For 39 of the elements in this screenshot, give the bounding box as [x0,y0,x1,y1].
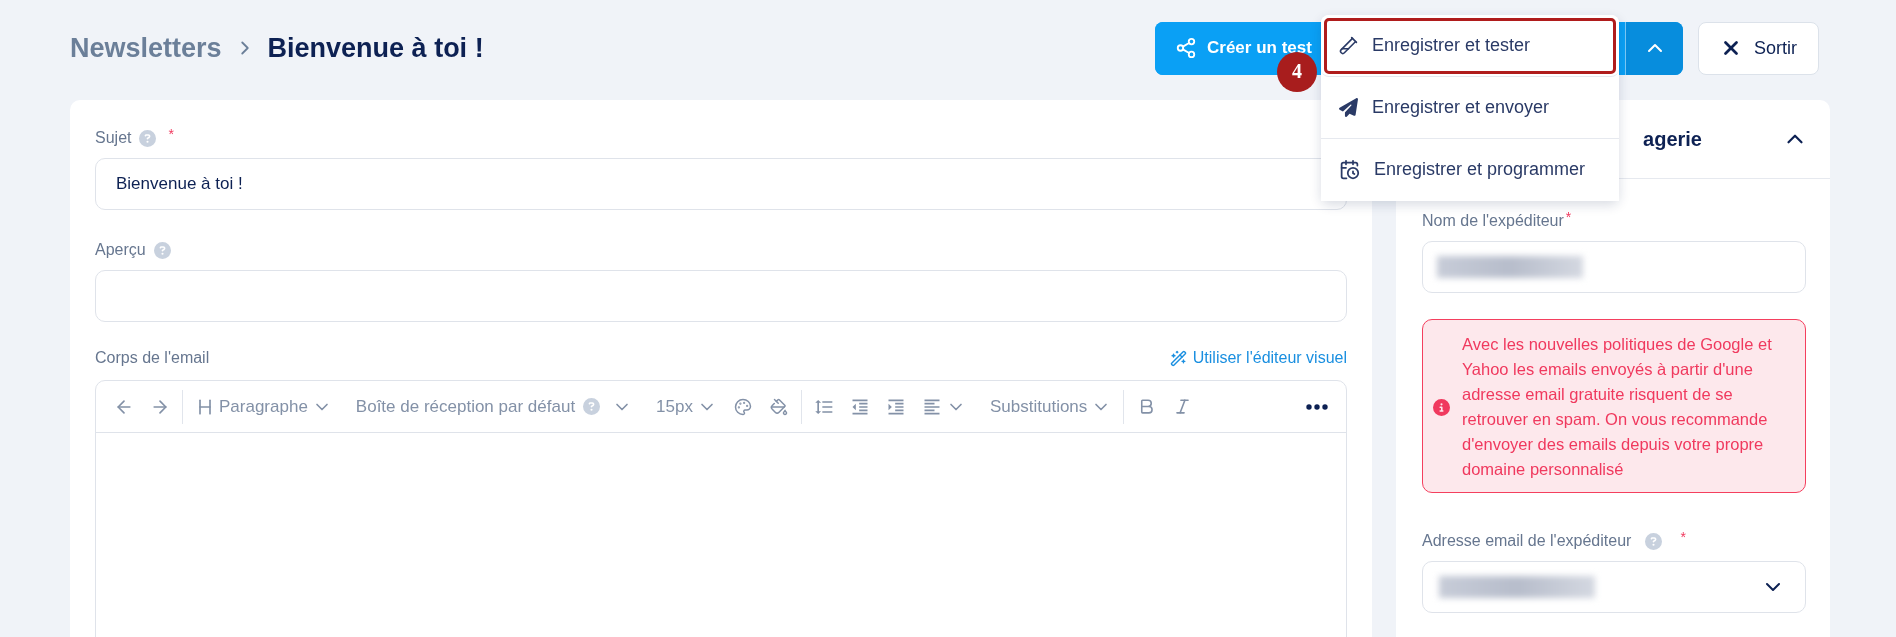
calendar-clock-icon [1339,159,1360,180]
sender-email-select[interactable] [1422,561,1806,613]
help-icon [583,398,601,415]
info-icon [1433,398,1450,416]
email-body-editor[interactable]: Paragraphe Boîte de réception par défaut 15px Substitutions [95,380,1347,637]
field-label: Adresse email de l'expéditeur [1422,532,1632,550]
save-options-toggle[interactable] [1625,21,1683,75]
help-icon[interactable] [1645,532,1663,550]
breadcrumb-link[interactable]: Newsletters [70,32,222,64]
substitutions-dropdown[interactable]: Substitutions [984,388,1118,425]
paragraph-dropdown[interactable]: Paragraphe [189,388,338,425]
required-mark: * [1565,209,1572,225]
input-field[interactable] [95,270,1347,322]
required-mark: * [1680,529,1686,545]
ellipsis-icon [1306,403,1328,410]
inbox-style-dropdown[interactable]: Boîte de réception par défaut [349,388,639,425]
menu-item[interactable]: Enregistrer et tester [1321,14,1619,77]
magic-wand-icon [1169,349,1187,367]
visual-editor-link[interactable]: Utiliser l'éditeur visuel [1169,349,1347,367]
menu-item[interactable]: Enregistrer et envoyer [1321,76,1619,139]
input-field[interactable] [1422,241,1806,293]
field-label: Corps de l'email [95,349,210,367]
field-label: Sujet [95,129,132,147]
menu-item[interactable]: Enregistrer et programmer [1321,138,1619,201]
required-mark: * [168,126,174,142]
help-icon[interactable] [139,129,157,147]
alert-text: Avec les nouvelles politiques de Google et Yahoo les emails envoyés à partir d'une adresse email gratuite risquent de se retrouver en spam. On vous recommande d'envoyer des emails depuis votre propre domaine personnalisé [1462,334,1773,480]
paint-bucket-icon [770,397,788,416]
paper-plane-icon [1339,97,1358,117]
palette-icon [734,397,752,416]
field-label: Aperçu [95,241,146,259]
page-title: Bienvenue à toi ! [267,32,484,64]
help-icon[interactable] [153,241,171,259]
field-label: Nom de l'expéditeur [1422,212,1564,230]
test-tube-icon [1339,35,1358,55]
panel-title: agerie [1643,127,1702,151]
share-nodes-icon [1175,37,1197,59]
font-size-dropdown[interactable]: 15px [650,388,723,425]
exit-button[interactable]: Sortir [1698,21,1819,75]
